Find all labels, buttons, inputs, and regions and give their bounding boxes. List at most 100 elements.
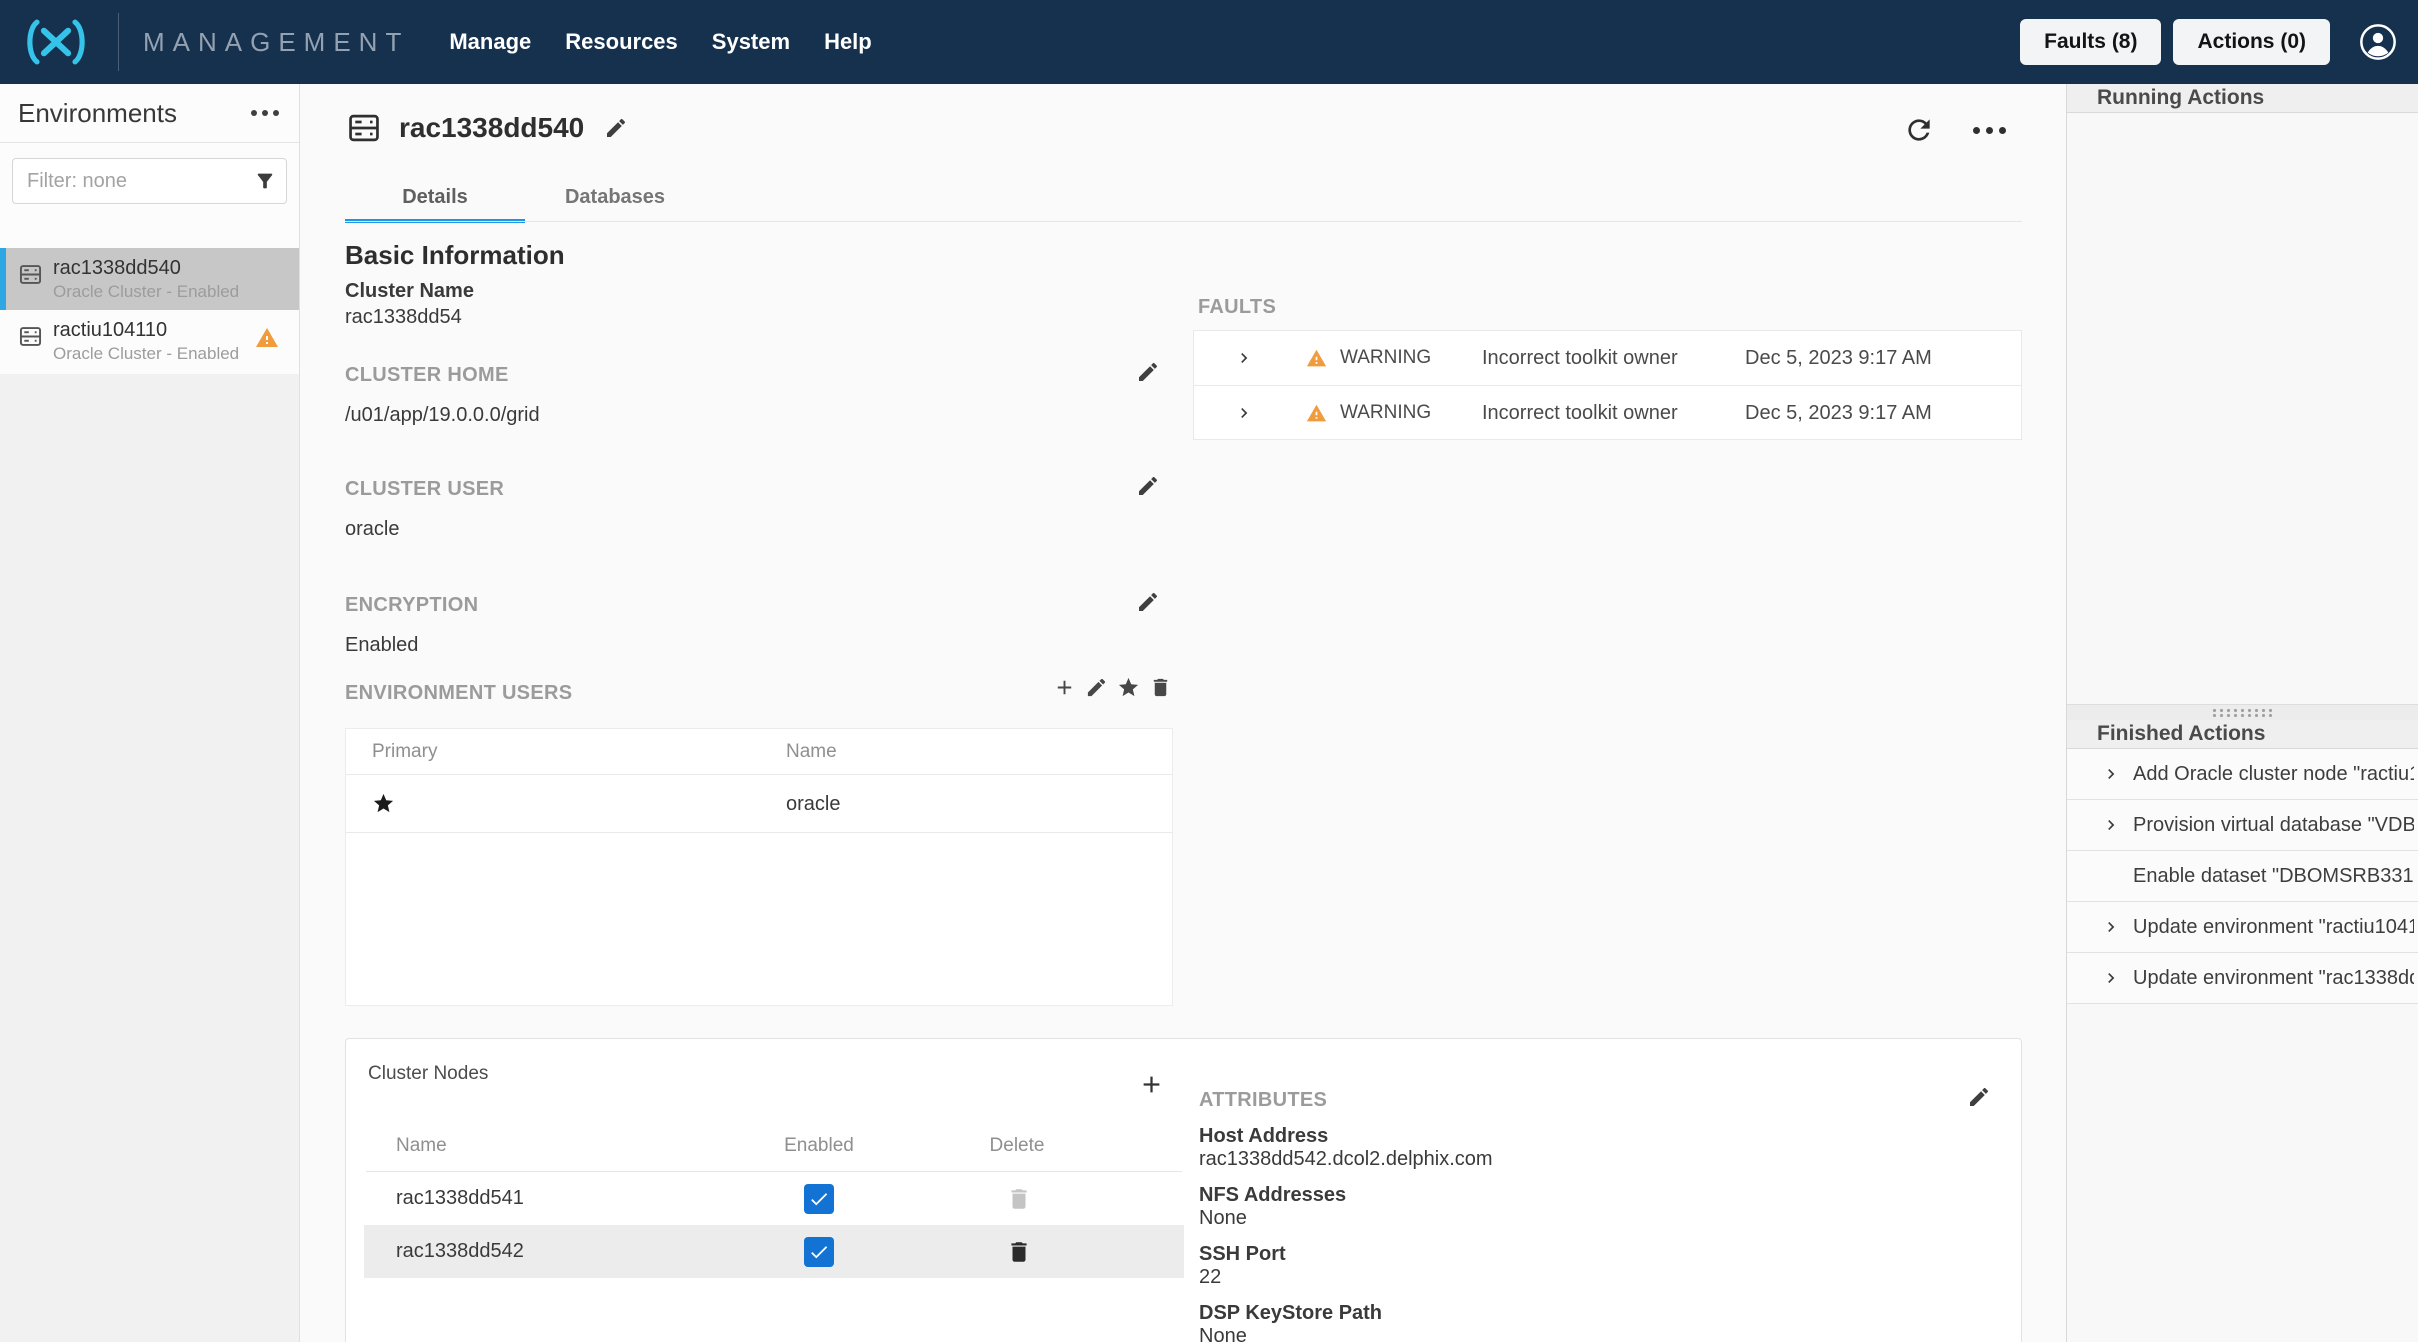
warning-icon: [1306, 403, 1327, 424]
nav-manage[interactable]: Manage: [449, 29, 531, 55]
field-label: CLUSTER USER: [345, 478, 504, 501]
warning-icon: [255, 326, 279, 350]
actions-button[interactable]: Actions (0): [2173, 19, 2330, 65]
table-header: Primary Name: [346, 729, 1172, 775]
filter-input[interactable]: [13, 159, 286, 203]
environments-list-panel: Environments rac1338dd540 Oracle Cluster…: [0, 84, 299, 374]
more-menu-icon[interactable]: [1973, 121, 2006, 140]
environment-item-ractiu104110[interactable]: ractiu104110 Oracle Cluster - Enabled: [0, 310, 299, 372]
divider: [0, 142, 299, 143]
enabled-checkbox[interactable]: [804, 1184, 834, 1214]
attribute-label: DSP KeyStore Path: [1199, 1302, 1493, 1325]
refresh-icon[interactable]: [1903, 114, 1935, 146]
field-label: CLUSTER HOME: [345, 364, 540, 387]
faults-table: WARNING Incorrect toolkit owner Dec 5, 2…: [1193, 330, 2022, 440]
edit-cluster-user-icon[interactable]: [1136, 474, 1160, 498]
actions-sidebar: Running Actions Finished Actions Add Ora…: [2066, 84, 2418, 1342]
attribute-label: Host Address: [1199, 1125, 1493, 1148]
cluster-name-field: Cluster Name rac1338dd54: [345, 280, 474, 329]
running-actions-header: Running Actions: [2067, 84, 2418, 113]
cluster-home-field: CLUSTER HOME /u01/app/19.0.0.0/grid: [345, 364, 540, 427]
tab-details[interactable]: Details: [345, 174, 525, 220]
add-node-icon[interactable]: [1138, 1071, 1165, 1098]
delete-node-icon[interactable]: [1006, 1239, 1032, 1265]
edit-user-icon[interactable]: [1085, 676, 1108, 699]
environment-name: rac1338dd540: [53, 256, 239, 281]
running-actions-title: Running Actions: [2097, 86, 2264, 110]
nav-system[interactable]: System: [712, 29, 790, 55]
cluster-environment-icon: [17, 261, 44, 288]
user-avatar[interactable]: [2358, 22, 2398, 62]
chevron-right-icon[interactable]: [1234, 348, 1254, 368]
chevron-right-icon[interactable]: [2101, 815, 2121, 835]
sidebar-overflow-menu-icon[interactable]: [251, 110, 279, 116]
finished-action-item[interactable]: Enable dataset "DBOMSRB331B3".: [2067, 851, 2418, 902]
delphix-logo[interactable]: [18, 15, 96, 69]
grip-dots-icon: [2211, 708, 2275, 717]
environment-subtitle: Oracle Cluster - Enabled: [53, 343, 239, 364]
delete-node-icon[interactable]: [1006, 1186, 1032, 1212]
warning-icon: [1306, 348, 1327, 369]
attribute-value: None: [1199, 1207, 1493, 1230]
node-name: rac1338dd542: [396, 1225, 524, 1278]
chevron-right-icon[interactable]: [2101, 968, 2121, 988]
finished-action-item[interactable]: Add Oracle cluster node "ractiu104...: [2067, 749, 2418, 800]
node-row-rac1338dd542[interactable]: rac1338dd542: [364, 1225, 1184, 1278]
page-title: rac1338dd540: [399, 112, 584, 144]
fault-date: Dec 5, 2023 9:17 AM: [1745, 386, 1932, 440]
fault-severity: WARNING: [1340, 331, 1431, 385]
set-primary-star-icon[interactable]: [1117, 676, 1140, 699]
finished-action-item[interactable]: Update environment "rac1338dd54...: [2067, 953, 2418, 1004]
field-value: rac1338dd54: [345, 306, 474, 329]
sidebar-title: Environments: [18, 98, 177, 129]
finished-action-item[interactable]: Provision virtual database "VDBO_...: [2067, 800, 2418, 851]
chevron-right-icon[interactable]: [2101, 917, 2121, 937]
section-title: Basic Information: [345, 240, 565, 271]
chevron-right-icon[interactable]: [2101, 764, 2121, 784]
check-icon: [808, 1188, 830, 1210]
fault-row[interactable]: WARNING Incorrect toolkit owner Dec 5, 2…: [1194, 385, 2021, 439]
attribute-value: None: [1199, 1325, 1493, 1342]
node-row-rac1338dd541[interactable]: rac1338dd541: [364, 1172, 1184, 1225]
filter-icon[interactable]: [254, 170, 276, 192]
finished-action-item[interactable]: Update environment "ractiu104110".: [2067, 902, 2418, 953]
panel-resize-handle[interactable]: [2067, 704, 2418, 720]
environment-item-rac1338dd540[interactable]: rac1338dd540 Oracle Cluster - Enabled: [0, 248, 299, 310]
attribute-nfs-addresses: NFS Addresses None: [1199, 1184, 1493, 1230]
finished-actions-title: Finished Actions: [2097, 722, 2265, 746]
column-name: Name: [786, 729, 837, 775]
edit-cluster-home-icon[interactable]: [1136, 360, 1160, 384]
environment-users-label: ENVIRONMENT USERS: [345, 682, 572, 705]
environment-users-table: Primary Name oracle: [345, 728, 1173, 1006]
attributes-label: ATTRIBUTES: [1199, 1089, 1327, 1112]
attribute-label: SSH Port: [1199, 1243, 1493, 1266]
action-text: Enable dataset "DBOMSRB331B3".: [2133, 851, 2414, 902]
main-nav: Manage Resources System Help: [449, 29, 871, 55]
environment-details-panel: rac1338dd540 Details Databases Basic Inf…: [300, 84, 2066, 1342]
filter-box: [12, 158, 287, 204]
nav-resources[interactable]: Resources: [565, 29, 678, 55]
add-user-icon[interactable]: [1053, 676, 1076, 699]
finished-actions-empty-area: [2067, 1004, 2418, 1342]
delete-user-icon[interactable]: [1149, 676, 1172, 699]
fault-row[interactable]: WARNING Incorrect toolkit owner Dec 5, 2…: [1194, 331, 2021, 385]
tab-databases[interactable]: Databases: [525, 174, 705, 220]
faults-button[interactable]: Faults (8): [2020, 19, 2161, 65]
field-value: Enabled: [345, 634, 478, 657]
edit-encryption-icon[interactable]: [1136, 590, 1160, 614]
primary-star-icon: [372, 792, 395, 815]
environments-sidebar: Environments rac1338dd540 Oracle Cluster…: [0, 84, 300, 1342]
table-row[interactable]: oracle: [346, 775, 1172, 833]
field-label: Cluster Name: [345, 280, 474, 303]
nav-help[interactable]: Help: [824, 29, 872, 55]
node-name: rac1338dd541: [396, 1172, 524, 1225]
edit-title-icon[interactable]: [604, 116, 628, 140]
action-text: Add Oracle cluster node "ractiu104...: [2133, 749, 2414, 800]
user-avatar-icon: [2358, 22, 2398, 62]
chevron-right-icon[interactable]: [1234, 403, 1254, 423]
action-text: Update environment "ractiu104110".: [2133, 902, 2414, 953]
environment-users-toolbar: [1053, 676, 1172, 699]
enabled-checkbox[interactable]: [804, 1237, 834, 1267]
column-primary: Primary: [372, 729, 437, 775]
edit-attributes-icon[interactable]: [1967, 1085, 1991, 1109]
